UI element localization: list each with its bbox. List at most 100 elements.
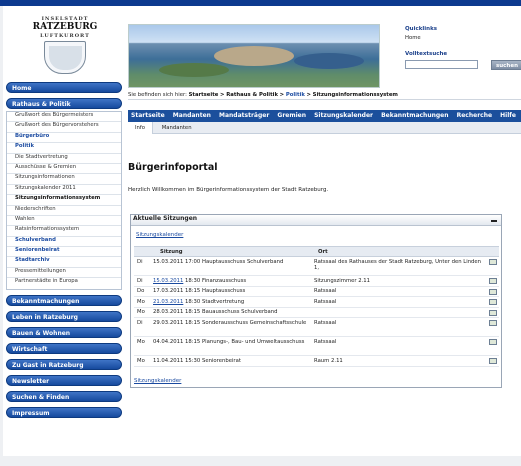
sidebar-item-bauen[interactable]: Bauen & Wohnen <box>6 326 122 338</box>
sidebar-item-leben[interactable]: Leben in Ratzeburg <box>6 310 122 322</box>
submenu-item[interactable]: Grußwort des Bürgervorstehers <box>7 122 121 133</box>
document-icon[interactable] <box>489 259 497 265</box>
submenu-item[interactable]: Sitzungskalender 2011 <box>7 185 121 196</box>
search-input[interactable] <box>405 60 478 69</box>
city-logo[interactable]: INSELSTADT RATZEBURG LUFTKURORT <box>28 16 102 76</box>
session-title: 18:30 Stadtvertretung <box>185 298 245 305</box>
document-icon[interactable] <box>489 320 497 326</box>
photo-lake <box>294 53 364 69</box>
nav-gremien[interactable]: Gremien <box>277 112 306 119</box>
breadcrumb-rathaus[interactable]: Rathaus & Politik <box>226 92 278 98</box>
session-title: 18:15 Sonderausschuss Gemeinschaftsschul… <box>185 319 307 326</box>
submenu-item[interactable]: Pressemitteilungen <box>7 268 121 279</box>
row-place: Ratssaal <box>314 338 337 345</box>
breadcrumb-sep: > <box>306 92 311 98</box>
minimize-icon[interactable] <box>491 220 497 222</box>
document-icon[interactable] <box>489 288 497 295</box>
session-date[interactable]: 15.03.2011 <box>153 278 183 284</box>
submenu-item[interactable]: Seniorenbeirat <box>7 247 121 258</box>
sidebar-item-wirtschaft[interactable]: Wirtschaft <box>6 342 122 354</box>
tab-mandanten[interactable]: Mandanten <box>155 122 199 134</box>
document-icon[interactable] <box>489 309 497 316</box>
page-bottom <box>0 456 521 466</box>
document-icon[interactable] <box>489 339 497 345</box>
nav-hilfe[interactable]: Hilfe <box>500 112 516 119</box>
table-row: Mo 11.04.2011 15:30 Seniorenbeirat Raum 2.… <box>134 356 499 367</box>
sidebar-item-newsletter[interactable]: Newsletter <box>6 374 122 386</box>
submenu-item[interactable]: Bürgerbüro <box>7 133 121 144</box>
session-title: 18:15 Hauptausschuss <box>185 288 246 294</box>
sitzungskalender-link[interactable]: Sitzungskalender <box>136 232 183 238</box>
nav-recherche[interactable]: Recherche <box>457 112 492 119</box>
document-icon[interactable] <box>489 278 497 284</box>
quicklink-home[interactable]: Home <box>405 35 521 41</box>
panel-title: Aktuelle Sitzungen <box>133 215 198 222</box>
row-day: Mo <box>137 309 145 315</box>
session-date: 04.04.2011 <box>153 338 184 345</box>
sitzungskalender-link-bottom[interactable]: Sitzungskalender <box>134 378 181 384</box>
submenu-item[interactable]: Niederschriften <box>7 206 121 216</box>
row-day: Di <box>137 319 143 326</box>
breadcrumb-startseite[interactable]: Startseite <box>189 92 219 98</box>
row-day: Do <box>137 288 145 294</box>
submenu-item[interactable]: Politik <box>7 143 121 154</box>
sidebar-item-suchen[interactable]: Suchen & Finden <box>6 390 122 402</box>
nav-sitzungskalender[interactable]: Sitzungskalender <box>314 112 373 119</box>
session-date: 28.03.2011 <box>153 309 184 315</box>
nav-bekanntmachungen[interactable]: Bekanntmachungen <box>381 112 448 119</box>
sidebar-item-zu-gast[interactable]: Zu Gast in Ratzeburg <box>6 358 122 370</box>
table-row: Mo 28.03.2011 18:15 Bauausschuss Schulver… <box>134 308 499 318</box>
welcome-text: Herzlich Willkommen im Bürgerinformation… <box>128 187 329 193</box>
submenu-item[interactable]: Sitzungsinformationen <box>7 174 121 185</box>
row-place: Ratssaal <box>314 319 337 326</box>
logo-line-2: RATZEBURG <box>32 22 98 32</box>
row-day: Mo <box>137 298 145 305</box>
row-session: 04.04.2011 18:15 Planungs-, Bau- und Umw… <box>153 339 313 345</box>
sessions-table: Sitzung Ort Di 15.03.2011 17:00 Hauptauss… <box>134 246 499 367</box>
sidebar-item-home[interactable]: Home <box>6 82 122 93</box>
submenu-item[interactable]: Die Stadtvertretung <box>7 154 121 164</box>
breadcrumb-politik[interactable]: Politik <box>286 92 305 98</box>
sidebar-item-rathaus[interactable]: Rathaus & Politik <box>6 98 122 109</box>
browser-page: INSELSTADT RATZEBURG LUFTKURORT Quicklin… <box>0 0 521 466</box>
photo-island <box>214 46 294 66</box>
coat-of-arms-icon <box>44 41 86 74</box>
session-date: 15.03.2011 <box>153 258 184 265</box>
submenu-item[interactable]: Stadtarchiv <box>7 257 121 268</box>
nav-mandanten[interactable]: Mandanten <box>173 112 211 119</box>
session-title: 15:30 Seniorenbeirat <box>185 357 241 364</box>
row-place: Sitzungszimmer 2.11 <box>314 277 371 284</box>
submenu-item[interactable]: Grußwort des Bürgermeisters <box>7 112 121 123</box>
table-row: Do 17.03.2011 18:15 Hauptausschuss Ratssaa… <box>134 287 499 297</box>
session-title: 18:30 Finanzausschuss <box>185 277 247 284</box>
submenu-item[interactable]: Ausschüsse & Gremien <box>7 164 121 175</box>
nav-mandatstraeger[interactable]: Mandatsträger <box>219 112 269 119</box>
photo-shore <box>159 63 229 77</box>
table-body: Di 15.03.2011 17:00 Hauptausschuss Schulv… <box>134 257 499 367</box>
sub-tabs: Info Mandanten <box>128 122 521 134</box>
row-day: Mo <box>137 357 145 364</box>
document-icon[interactable] <box>489 358 497 364</box>
tab-info[interactable]: Info <box>128 122 154 134</box>
nav-startseite[interactable]: Startseite <box>131 112 165 119</box>
breadcrumb-sep: > <box>220 92 225 98</box>
submenu-item[interactable]: Partnerstädte in Europa <box>7 278 121 288</box>
document-icon[interactable] <box>489 299 497 305</box>
row-session: 29.03.2011 18:15 Sonderausschuss Gemeins… <box>153 320 313 326</box>
table-row: Mo 21.03.2011 18:30 Stadtvertretung Ratssa… <box>134 297 499 308</box>
sidebar-item-impressum[interactable]: Impressum <box>6 406 122 418</box>
breadcrumb-current: Sitzungsinformationssystem <box>312 92 398 98</box>
submenu-item[interactable]: Wahlen <box>7 216 121 227</box>
breadcrumb: Sie befinden sich hier: Startseite > Rat… <box>128 90 521 100</box>
search-button[interactable]: suchen <box>491 60 521 70</box>
row-session: 21.03.2011 18:30 Stadtvertretung <box>153 299 313 305</box>
row-session: 15.03.2011 17:00 Hauptausschuss Schulver… <box>153 259 313 265</box>
session-date[interactable]: 21.03.2011 <box>153 299 183 305</box>
quicklinks-heading: Quicklinks <box>405 26 438 32</box>
submenu-item[interactable]: Ratsinformationssystem <box>7 226 121 237</box>
submenu-item[interactable]: Schulverband <box>7 237 121 248</box>
row-place: Ratssaal <box>314 288 337 294</box>
row-session: 28.03.2011 18:15 Bauausschuss Schulverba… <box>153 309 313 315</box>
submenu-item-current[interactable]: Sitzungsinformationssystem <box>7 195 121 206</box>
sidebar-item-bekanntmachungen[interactable]: Bekanntmachungen <box>6 294 122 306</box>
